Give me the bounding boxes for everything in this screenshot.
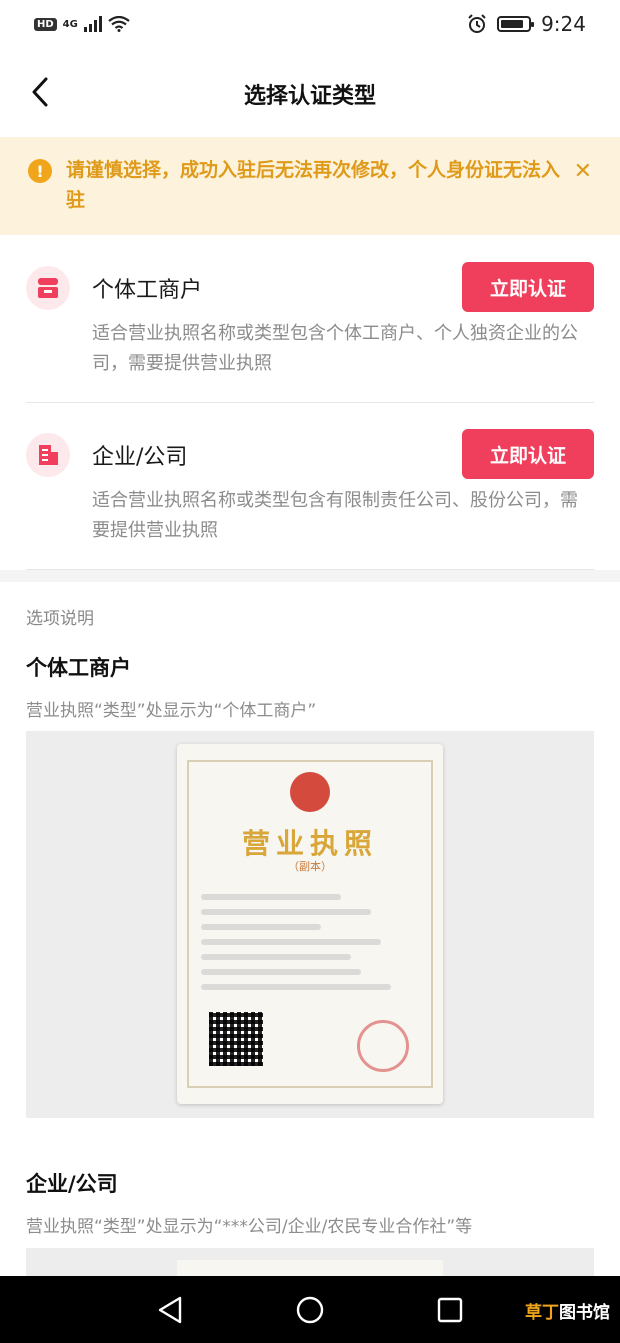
license-title: 营业执照 [241,827,378,860]
explain-title-company: 企业/公司 [26,1172,118,1196]
option-individual: 个体工商户 立即认证 适合营业执照名称或类型包含个体工商户、个人独资企业的公司，… [26,262,594,382]
option-company: 企业/公司 立即认证 适合营业执照名称或类型包含有限制责任公司、股份公司，需要提… [26,429,594,549]
warning-text: 请谨慎选择，成功入驻后无法再次修改，个人身份证无法入驻 [66,159,561,211]
license-subtitle: （副本） [288,860,332,873]
close-icon[interactable]: ✕ [574,159,592,184]
back-button[interactable] [20,72,60,112]
explain-title-individual: 个体工商户 [26,656,131,680]
national-emblem-icon [290,772,330,812]
watermark: 草丁图书馆 [525,1303,610,1323]
shop-icon [26,266,70,310]
qr-code-icon [209,1012,263,1066]
option-desc: 适合营业执照名称或类型包含个体工商户、个人独资企业的公司，需要提供营业执照 [92,323,578,374]
status-right: 9:24 [467,12,586,36]
license-example-panel: 营业执照 （副本） [26,731,594,1118]
nav-bar: 选择认证类型 [0,56,620,132]
verify-individual-button[interactable]: 立即认证 [462,262,594,312]
home-circle-icon[interactable] [295,1295,325,1325]
signal-icon [83,16,102,32]
section-label: 选项说明 [26,609,94,629]
system-nav-bar: 草丁图书馆 [0,1276,620,1343]
option-title: 企业/公司 [92,445,188,470]
status-bar: HD 4G 9:24 [0,0,620,48]
warning-banner: ! 请谨慎选择，成功入驻后无法再次修改，个人身份证无法入驻 ✕ [0,137,620,235]
alarm-icon [468,14,486,33]
license-fields [201,894,401,999]
option-title: 个体工商户 [92,278,203,303]
recent-square-icon[interactable] [436,1296,464,1324]
building-icon [26,433,70,477]
section-gap [0,570,620,582]
status-time: 9:24 [541,12,586,36]
divider [26,402,594,403]
verify-company-button[interactable]: 立即认证 [462,429,594,479]
back-triangle-icon[interactable] [156,1295,184,1325]
page-title: 选择认证类型 [243,84,376,109]
battery-icon [497,16,535,32]
option-desc: 适合营业执照名称或类型包含有限制责任公司、股份公司，需要提供营业执照 [92,490,578,541]
explain-desc-individual: 营业执照“类型”处显示为“个体工商户” [26,701,317,721]
license-image: 营业执照 （副本） [177,744,443,1104]
explain-desc-company: 营业执照“类型”处显示为“***公司/企业/农民专业合作社”等 [26,1217,473,1237]
status-left: HD 4G [34,16,130,32]
warning-icon: ! [28,159,52,183]
hd-badge: HD [34,17,57,31]
wifi-icon [108,16,130,32]
seal-icon [357,1020,409,1072]
chevron-left-icon [32,77,48,107]
network-label: 4G [62,18,78,30]
